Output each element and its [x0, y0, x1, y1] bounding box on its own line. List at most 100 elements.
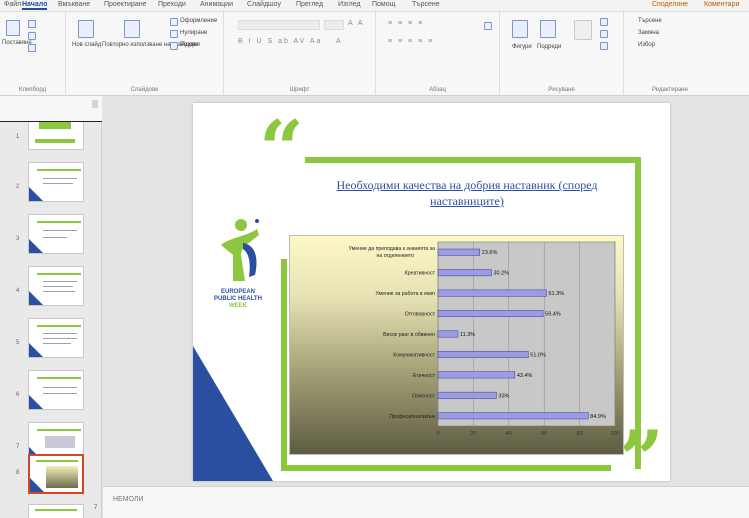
reset-button[interactable]: Нулиране — [180, 30, 207, 36]
slide-thumbnail[interactable] — [28, 214, 84, 254]
new-slide-icon[interactable] — [78, 20, 94, 38]
shape-outline-icon[interactable] — [600, 30, 608, 38]
tab-animations[interactable]: Анимации — [200, 1, 233, 8]
notes-pane[interactable]: НЕМОЛИ — [103, 486, 749, 518]
group-drawing: Фигури Подреди Рисуване — [500, 12, 624, 96]
thumb-number: 5 — [16, 340, 20, 346]
bar — [437, 248, 481, 256]
format-painter-icon[interactable] — [28, 44, 36, 52]
arrange-button[interactable]: Подреди — [537, 44, 561, 50]
pane-header — [0, 96, 102, 122]
category-label: Креативност — [405, 271, 436, 277]
thumb-image — [45, 436, 75, 448]
thumb-text — [43, 338, 77, 339]
thumb-number: 1 — [16, 134, 20, 140]
group-font: A A B I U S ab AV Aa A Шрифт — [224, 12, 376, 96]
group-paragraph: ≡ ≡ ≡ ≡ ≡ ≡ ≡ ≡ ≡ Абзац — [376, 12, 500, 96]
layout-icon[interactable] — [170, 18, 178, 26]
reuse-slides-icon[interactable] — [124, 20, 140, 38]
bar — [437, 310, 544, 318]
pane-scroll-button[interactable] — [92, 100, 98, 108]
comments-button[interactable]: Коментари — [704, 1, 739, 8]
text-direction-icon[interactable] — [484, 22, 492, 30]
font-size-combo[interactable] — [324, 20, 344, 30]
list-icons[interactable]: ≡ ≡ ≡ ≡ — [388, 20, 424, 27]
tab-review[interactable]: Преглед — [296, 1, 323, 8]
tab-insert[interactable]: Вмъкване — [58, 1, 90, 8]
data-label: 11.3% — [460, 332, 475, 338]
thumb-text — [43, 291, 75, 292]
tab-help[interactable]: Помощ — [372, 1, 395, 8]
copy-icon[interactable] — [28, 32, 36, 40]
chart[interactable]: 0 20 40 60 80 100 23.6% Умение да преподава к з… — [289, 235, 624, 455]
shape-fill-icon[interactable] — [600, 18, 608, 26]
select-button[interactable]: Избор — [638, 42, 655, 48]
x-tick-label: 20 — [470, 431, 476, 437]
paste-icon[interactable] — [6, 20, 20, 36]
category-label: Опитност — [412, 393, 435, 399]
thumb-triangle — [30, 478, 44, 492]
x-tick-label: 80 — [577, 431, 583, 437]
bar — [437, 289, 547, 297]
find-button[interactable]: Търсене — [638, 18, 662, 24]
thumb-accent — [37, 429, 81, 431]
data-label: 43.4% — [517, 373, 533, 379]
new-slide-button[interactable]: Нов слайд — [72, 42, 101, 48]
category-label: Умение за работа в екип — [375, 291, 435, 297]
slide-thumbnail[interactable] — [28, 504, 84, 518]
tab-design[interactable]: Проектиране — [104, 1, 147, 8]
slide-thumbnail[interactable] — [28, 266, 84, 306]
font-name-combo[interactable] — [238, 20, 320, 30]
layout-button[interactable]: Оформление — [180, 18, 217, 24]
font-color-icon[interactable]: A — [336, 38, 343, 45]
font-size-grow-shrink-icon[interactable]: A A — [348, 20, 365, 27]
thumb-number: 4 — [16, 288, 20, 294]
quick-styles-icon[interactable] — [574, 20, 592, 40]
tab-file[interactable]: Файл — [4, 1, 21, 8]
thumb-text — [43, 286, 73, 287]
group-label-clipboard: Клипборд — [18, 87, 47, 93]
align-icons[interactable]: ≡ ≡ ≡ ≡ ≡ — [388, 38, 434, 45]
share-button[interactable]: Споделяне — [652, 1, 688, 8]
tab-transitions[interactable]: Преходи — [158, 1, 186, 8]
font-format-icons[interactable]: B I U S ab AV Aa — [238, 38, 322, 45]
slide-canvas[interactable]: “ ” Необходими качества на добрия настав… — [193, 103, 670, 481]
reset-icon[interactable] — [170, 30, 178, 38]
tab-home[interactable]: Начало — [22, 1, 48, 10]
x-tick-label: 100 — [610, 431, 619, 437]
slide-thumbnail-pane[interactable]: 1 2 3 4 5 6 7 8 — [0, 96, 102, 518]
x-tick-label: 40 — [506, 431, 512, 437]
thumb-accent — [37, 273, 81, 275]
section-icon[interactable] — [170, 42, 178, 50]
bar — [437, 330, 459, 338]
tab-search[interactable]: Търсене — [412, 1, 440, 8]
section-button[interactable]: Раздел — [180, 42, 200, 48]
frame-top — [305, 157, 641, 163]
category-label: Висок ранг в обвинен — [383, 332, 435, 338]
thumb-number: 7 — [16, 444, 20, 450]
shape-effects-icon[interactable] — [600, 42, 608, 50]
slide-thumbnail[interactable] — [28, 162, 84, 202]
logo-line: EUROPEAN — [220, 289, 255, 295]
tab-slideshow[interactable]: Слайдшоу — [247, 1, 281, 8]
notes-placeholder[interactable]: НЕМОЛИ — [113, 496, 144, 503]
replace-button[interactable]: Замяна — [638, 30, 659, 36]
bar — [437, 350, 529, 358]
thumb-number: 2 — [16, 184, 20, 190]
logo-line: PUBLIC HEALTH — [214, 296, 262, 302]
arrange-icon[interactable] — [540, 20, 556, 38]
cut-icon[interactable] — [28, 20, 36, 28]
category-label: Комуникативност — [393, 352, 435, 358]
slide-thumbnail-selected[interactable] — [28, 454, 84, 494]
slide-thumbnail[interactable] — [28, 318, 84, 358]
shapes-button[interactable]: Фигури — [512, 44, 532, 50]
logo-text: EUROPEAN PUBLIC HEALTH WEEK — [208, 289, 268, 310]
thumb-text — [43, 393, 77, 394]
slide-title[interactable]: Необходими качества на добрия наставник … — [307, 177, 627, 209]
shapes-icon[interactable] — [512, 20, 528, 38]
tab-view[interactable]: Изглед — [338, 1, 361, 8]
thumb-number: 6 — [16, 392, 20, 398]
slide-thumbnail[interactable] — [28, 370, 84, 410]
frame-bottom — [281, 465, 611, 471]
data-label: 30.2% — [493, 271, 509, 277]
